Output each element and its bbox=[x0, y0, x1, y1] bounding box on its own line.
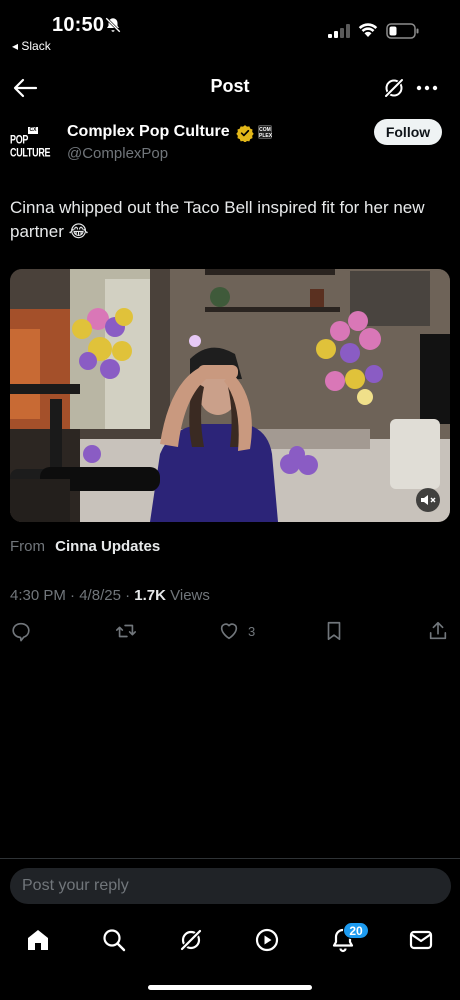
source-name-link[interactable]: Cinna Updates bbox=[55, 538, 160, 555]
author-name[interactable]: Complex Pop Culture bbox=[67, 123, 230, 141]
post-time: 4:30 PM bbox=[10, 587, 66, 604]
post-meta: 4:30 PM · 4/8/25 · 1.7K Views bbox=[10, 587, 210, 604]
status-time: 10:50 bbox=[52, 14, 105, 36]
post-date: 4/8/25 bbox=[79, 587, 121, 604]
repost-icon[interactable] bbox=[115, 620, 137, 642]
bell-off-icon bbox=[105, 17, 121, 33]
reply-icon[interactable] bbox=[10, 620, 32, 642]
messages-icon[interactable] bbox=[408, 927, 434, 953]
status-bar: 10:50 ◂ Slack bbox=[0, 0, 460, 60]
meta-separator: · bbox=[65, 587, 80, 604]
mute-button[interactable] bbox=[416, 488, 440, 512]
battery-icon bbox=[386, 23, 419, 39]
divider bbox=[0, 858, 460, 859]
grok-icon[interactable] bbox=[382, 76, 406, 100]
avatar[interactable]: CX POP CULTURE bbox=[10, 118, 56, 164]
video-source: From Cinna Updates bbox=[10, 538, 160, 555]
views-count[interactable]: 1.7K bbox=[134, 587, 166, 604]
wifi-icon bbox=[358, 23, 378, 37]
affiliate-badge: COM PLEX bbox=[258, 125, 273, 139]
share-icon[interactable] bbox=[427, 620, 449, 642]
follow-button[interactable]: Follow bbox=[374, 119, 442, 145]
more-icon[interactable] bbox=[415, 76, 439, 100]
post-actions: 3 bbox=[0, 620, 460, 644]
avatar-logo-text: POP CULTURE bbox=[10, 132, 51, 159]
video-icon[interactable] bbox=[254, 927, 280, 953]
like-icon[interactable] bbox=[218, 620, 240, 642]
notification-badge: 20 bbox=[343, 922, 369, 939]
home-icon[interactable] bbox=[25, 927, 51, 953]
signal-icon bbox=[328, 24, 350, 38]
author-handle[interactable]: @ComplexPop bbox=[67, 145, 168, 162]
post-text: Cinna whipped out the Taco Bell inspired… bbox=[10, 198, 425, 241]
post-header: Post bbox=[0, 66, 460, 110]
home-indicator[interactable] bbox=[148, 985, 312, 990]
post-video[interactable] bbox=[10, 269, 450, 522]
reply-input[interactable]: Post your reply bbox=[10, 868, 451, 904]
video-frame bbox=[10, 269, 450, 522]
like-count: 3 bbox=[248, 624, 256, 639]
back-to-slack-link[interactable]: ◂ Slack bbox=[12, 39, 51, 53]
bookmark-icon[interactable] bbox=[323, 620, 345, 642]
verified-badge-icon bbox=[236, 125, 254, 142]
source-prefix: From bbox=[10, 538, 45, 555]
speaker-muted-icon bbox=[421, 495, 436, 505]
grok-icon[interactable] bbox=[178, 927, 204, 953]
views-label: Views bbox=[170, 587, 210, 604]
search-icon[interactable] bbox=[101, 927, 127, 953]
meta-separator: · bbox=[120, 587, 135, 604]
